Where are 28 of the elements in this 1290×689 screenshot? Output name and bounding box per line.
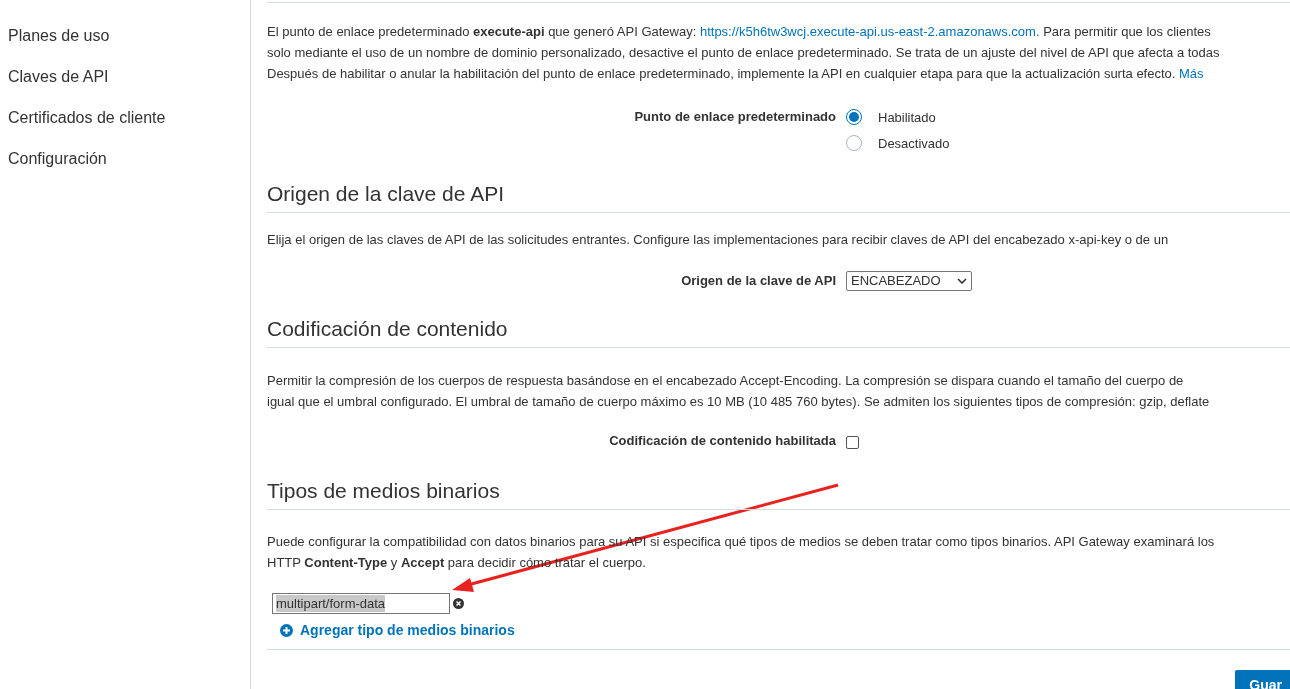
description-text: igual que el umbral configurado. El umbral de tamaño de cuerpo máximo es 10 MB (10 485 760 bytes). Se admiten los siguientes tipos de compresión: gzip, deflate (267, 393, 1210, 411)
section-heading: Tipos de medios binarios (267, 478, 500, 504)
description-text: El punto de enlace predeterminado execute-api que generó API Gateway: https://k5h6tw3wcj.execute-api.us-east-2.amazonaws.com. Para permitir que los clientes (267, 23, 1211, 41)
radio-label: Desactivado (878, 134, 950, 153)
section-heading: Codificación de contenido (267, 316, 508, 342)
radio-label: Habilitado (878, 108, 936, 127)
field-label: Codificación de contenido habilitada (609, 432, 836, 450)
checkbox[interactable] (846, 436, 859, 449)
dropdown[interactable]: ENCABEZADO (846, 270, 972, 291)
description-text: Elija el origen de las claves de API de las solicitudes entrantes. Configure las implementaciones para recibir claves de API del encabezado x-api-key o de un (267, 231, 1169, 249)
section-heading: Origen de la clave de API (267, 181, 504, 207)
save-button[interactable]: Guar (1235, 670, 1290, 689)
plus-circle-icon (280, 624, 293, 637)
add-link[interactable]: Agregar tipo de medios binarios (280, 620, 515, 641)
field-label: Punto de enlace predeterminado (634, 108, 836, 126)
description-text: Después de habilitar o anular la habilitación del punto de enlace predeterminado, implemente la API en cualquier etapa para que la actualización surta efecto. Más (267, 65, 1204, 83)
link[interactable]: Más (1179, 66, 1204, 81)
media-type-input[interactable]: multipart/form-data (272, 593, 450, 614)
sidebar-item[interactable]: Planes de uso (0, 24, 110, 65)
remove-icon[interactable] (453, 598, 464, 609)
link[interactable]: https://k5h6tw3wcj.execute-api.us-east-2.amazonaws.com. (699, 24, 1040, 39)
description-text: Permitir la compresión de los cuerpos de respuesta basándose en el encabezado Accept-Encoding. La compresión se dispara cuando el tamaño del cuerpo de (267, 372, 1184, 390)
sidebar-item[interactable]: Configuración (0, 147, 107, 188)
sidebar-item[interactable]: Certificados de cliente (0, 106, 166, 147)
chevron-down-icon (957, 277, 967, 284)
field-label: Origen de la clave de API (681, 272, 836, 290)
sidebar-item[interactable]: Claves de API (0, 65, 109, 106)
description-text: solo mediante el uso de un nombre de dominio personalizado, desactive el punto de enlace predeterminado. Se trata de un ajuste del nivel de API que afecta a todas (267, 44, 1220, 62)
